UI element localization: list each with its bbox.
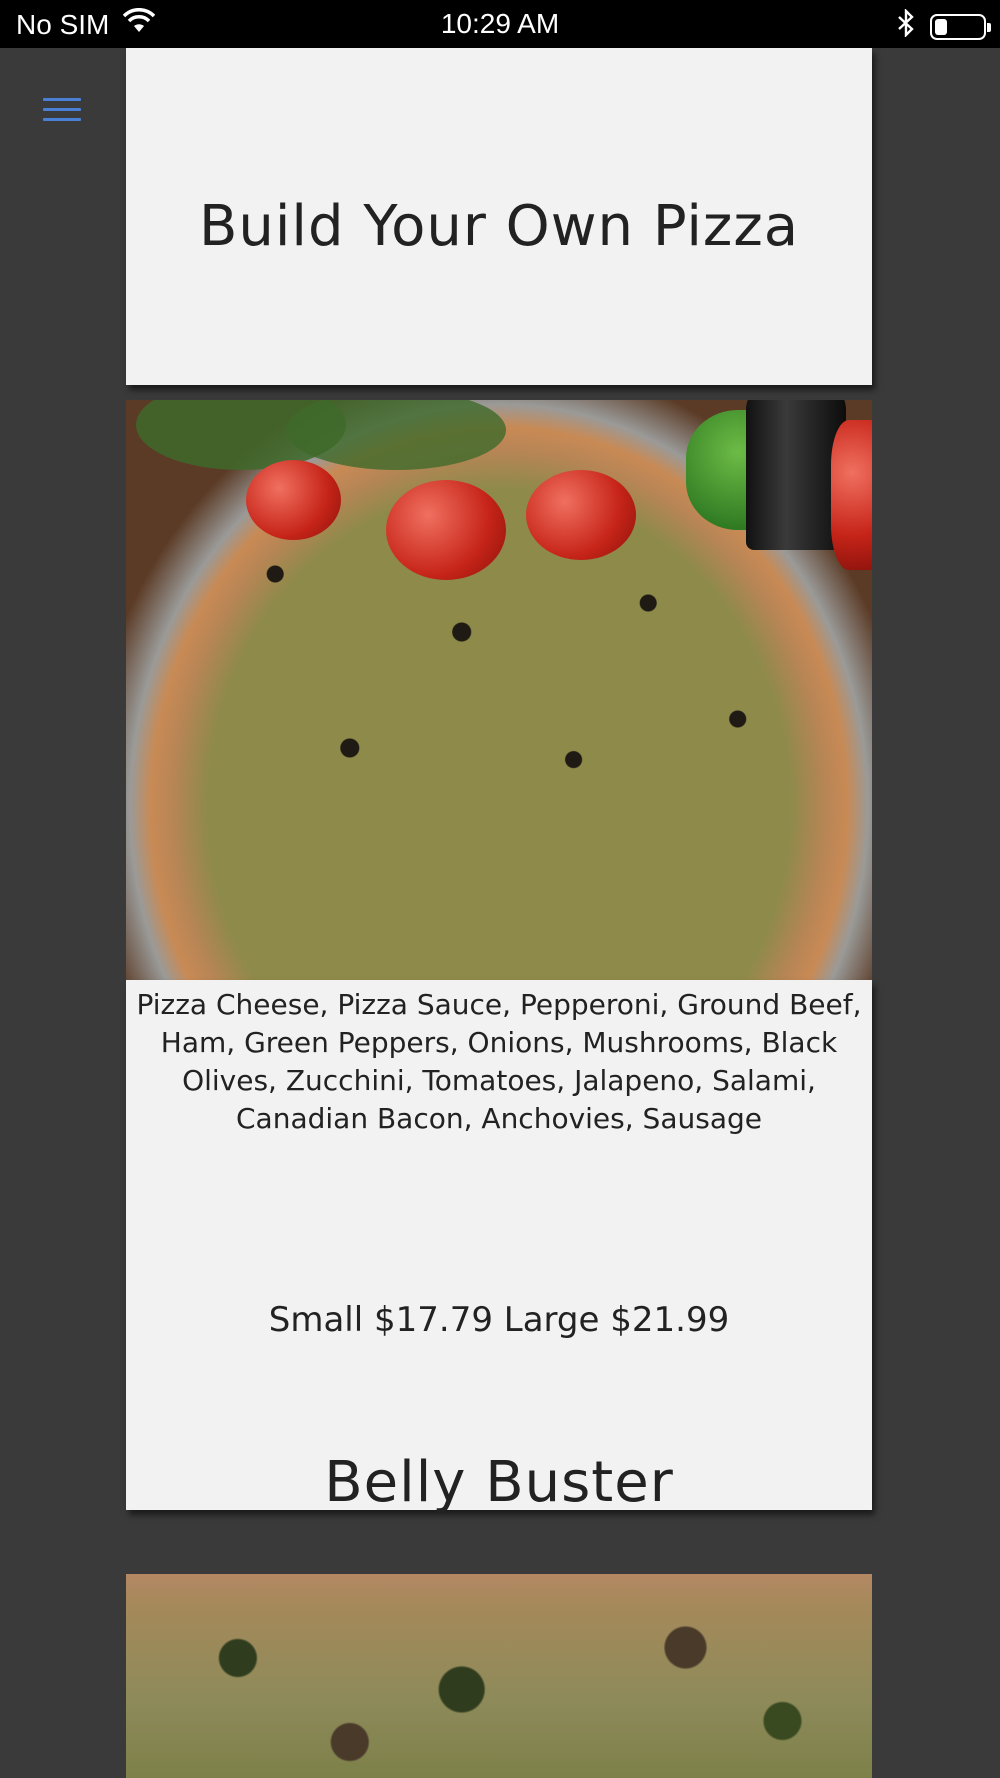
menu-item-description: Pizza Cheese, Pizza Sauce, Pepperoni, Gr… [136,988,862,1135]
hamburger-menu-icon[interactable] [38,92,86,128]
menu-item-title: Build Your Own Pizza [198,194,800,259]
bluetooth-icon [896,8,916,44]
menu-item-card[interactable]: Build Your Own Pizza [126,48,872,385]
battery-icon [930,13,991,40]
menu-item-details: Pizza Cheese, Pizza Sauce, Pepperoni, Gr… [126,980,872,1515]
menu-item-prices: Small $17.79 Large $21.99 [268,1300,730,1340]
pizza-photo [126,400,872,980]
status-right [896,8,991,44]
menu-item-title: Belly Buster [324,1450,674,1515]
pizza-photo [126,1574,872,1778]
status-time: 10:29 AM [440,8,560,39]
status-bar: No SIM 10:29 AM [0,0,1000,48]
battery-fill [935,18,947,35]
